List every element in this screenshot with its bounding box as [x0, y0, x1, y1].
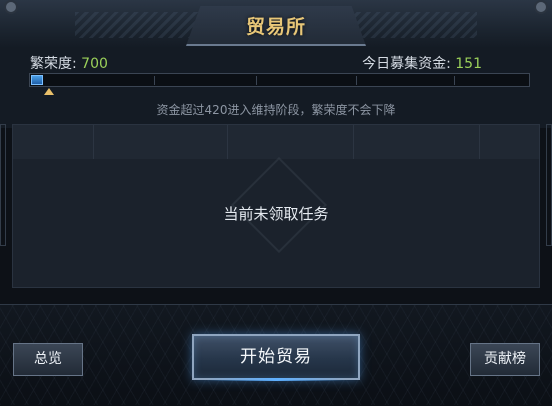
threshold-marker-icon — [44, 88, 54, 95]
rivet-icon — [4, 0, 18, 14]
rivet-icon — [534, 0, 548, 14]
side-bracket — [0, 124, 6, 246]
funds-label: 今日募集资金: — [362, 56, 451, 72]
prosperity-label: 繁荣度: — [30, 56, 77, 72]
progress-tick — [454, 76, 455, 85]
overview-button[interactable]: 总览 — [13, 343, 83, 376]
prosperity-value: 700 — [81, 56, 108, 72]
progress-tick — [154, 76, 155, 85]
column-divider — [353, 125, 354, 159]
progress-tick — [356, 76, 357, 85]
button-glow — [206, 378, 346, 381]
page-title: 贸易所 — [245, 16, 306, 38]
task-panel-header — [13, 125, 539, 159]
empty-task-text: 当前未领取任务 — [223, 205, 329, 223]
side-bracket — [546, 124, 552, 246]
start-trade-button[interactable]: 开始贸易 — [192, 334, 360, 380]
column-divider — [227, 125, 228, 159]
prosperity-stat: 繁荣度: 700 — [30, 53, 108, 73]
funds-stat: 今日募集资金: 151 — [362, 53, 482, 73]
column-divider — [479, 125, 480, 159]
progress-fill — [31, 75, 43, 85]
funds-value: 151 — [455, 56, 482, 72]
progress-tick — [256, 76, 257, 85]
contribution-ranking-button[interactable]: 贡献榜 — [470, 343, 540, 376]
stats-section: 繁荣度: 700 今日募集资金: 151 资金超过420进入维持阶段，繁荣度不会… — [0, 48, 552, 128]
task-panel: 当前未领取任务 — [12, 124, 540, 288]
header-decoration-right — [347, 12, 477, 38]
column-divider — [93, 125, 94, 159]
funds-progress-bar — [29, 73, 530, 87]
hint-text: 资金超过420进入维持阶段，繁荣度不会下降 — [156, 103, 396, 117]
